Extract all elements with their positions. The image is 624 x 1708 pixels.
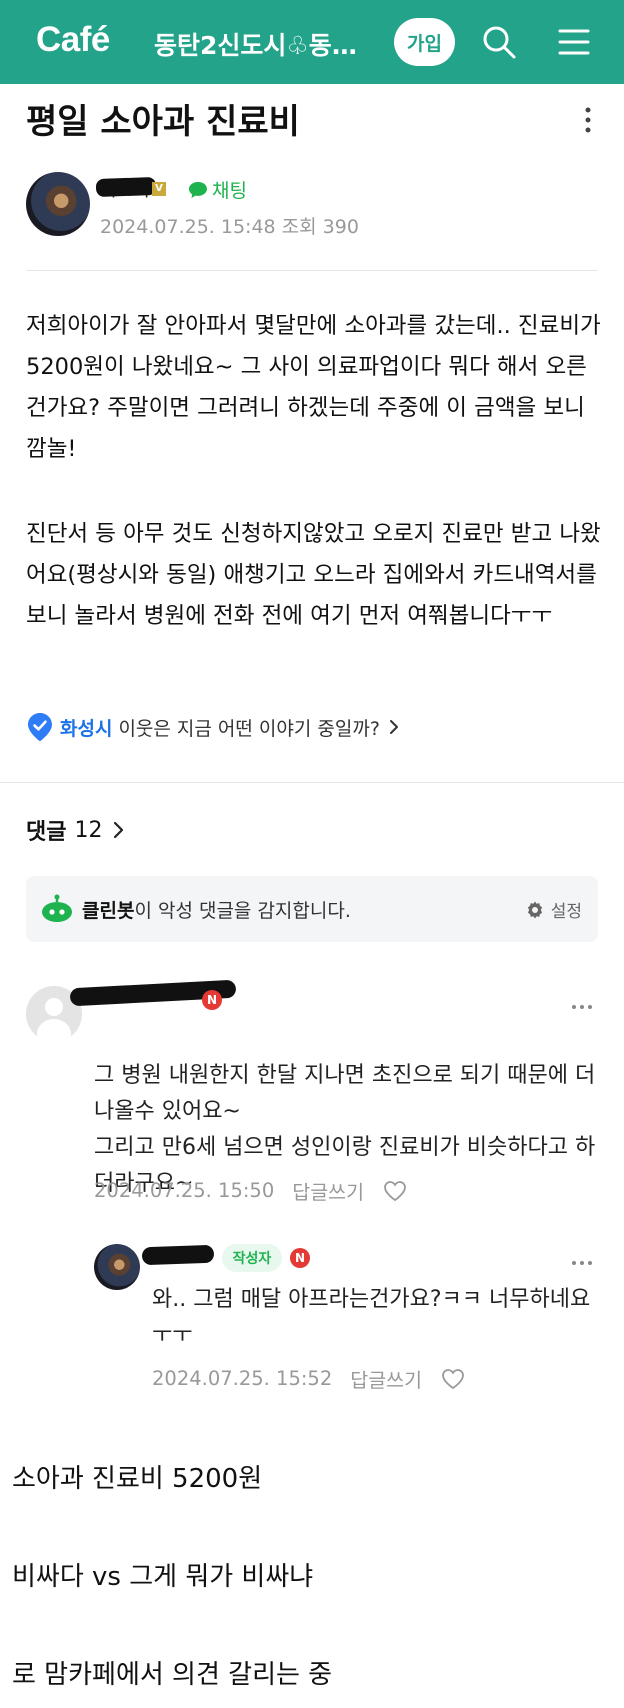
- cafe-logo[interactable]: Café: [36, 20, 110, 60]
- comments-label: 댓글: [26, 820, 67, 845]
- post-date: 2024.07.25. 15:48: [100, 216, 276, 238]
- gear-icon: [527, 901, 542, 918]
- reply-button[interactable]: 답글쓰기: [350, 1364, 422, 1393]
- topic-place: 화성시: [60, 717, 113, 740]
- author-avatar[interactable]: [26, 172, 90, 236]
- cafe-name[interactable]: 동탄2신도시♧동탄맘: [154, 26, 368, 62]
- chat-link[interactable]: 채팅: [188, 176, 247, 203]
- reply-avatar[interactable]: [94, 1244, 140, 1290]
- chevron-right-icon: [389, 720, 398, 734]
- heart-icon[interactable]: [440, 1367, 466, 1391]
- reply-meta: 2024.07.25. 15:52 답글쓰기: [152, 1364, 466, 1393]
- cleanbot-banner: 클린봇이 악성 댓글을 감지합니다. 설정: [26, 876, 598, 942]
- reply-text: 와.. 그럼 매달 아프라는건가요?ㅋㅋ 너무하네요ㅜㅜ: [152, 1287, 591, 1348]
- comment-date: 2024.07.25. 15:50: [94, 1179, 275, 1202]
- post-meta: 2024.07.25. 15:48 조회 390: [100, 212, 359, 239]
- header-divider: [26, 270, 598, 271]
- author-name-redaction: [95, 176, 157, 198]
- chat-bubble-icon: [189, 181, 207, 198]
- settings-label: 설정: [550, 902, 582, 922]
- comment-more-button[interactable]: [570, 1252, 594, 1265]
- verified-location-icon: [28, 713, 52, 741]
- caption-line: 로 맘카페에서 의견 갈리는 중: [12, 1660, 333, 1690]
- join-button[interactable]: 가입: [394, 18, 455, 66]
- new-badge: N: [290, 1248, 310, 1268]
- author-grade-badge: V: [152, 182, 166, 196]
- post-paragraph: 진단서 등 아무 것도 신청하지않았고 오로지 진료만 받고 나왔어요(평상시와…: [26, 521, 601, 629]
- comment-meta: 2024.07.25. 15:50 답글쓰기: [94, 1176, 408, 1205]
- top-bar: Café 동탄2신도시♧동탄맘 가입: [0, 0, 624, 84]
- comments-count: 12: [74, 817, 103, 843]
- post-views: 조회 390: [281, 216, 359, 238]
- more-horizontal-icon: [572, 1261, 592, 1265]
- more-horizontal-icon: [572, 1005, 592, 1009]
- comments-header[interactable]: 댓글 12: [26, 814, 126, 846]
- post-paragraph: 저희아이가 잘 안아파서 몇달만에 소아과를 갔는데.. 진료비가 5200원이…: [26, 313, 601, 462]
- body-divider: [0, 782, 624, 783]
- cleanbot-icon: [42, 894, 72, 922]
- comment-more-button[interactable]: [570, 996, 594, 1009]
- cleanbot-name: 클린봇: [82, 900, 135, 922]
- neighborhood-topic-link[interactable]: 화성시 이웃은 지금 어떤 이야기 중일까?: [26, 712, 402, 742]
- heart-icon[interactable]: [382, 1179, 408, 1203]
- cleanbot-settings-button[interactable]: 설정: [525, 897, 582, 922]
- more-vertical-icon: [585, 107, 591, 133]
- topic-text: 이웃은 지금 어떤 이야기 중일까?: [118, 717, 380, 740]
- commenter-name-redaction: [141, 1244, 215, 1266]
- menu-icon: [558, 29, 590, 55]
- comment-date: 2024.07.25. 15:52: [152, 1367, 333, 1390]
- post-title: 평일 소아과 진료비: [26, 102, 300, 142]
- author-tag: 작성자: [222, 1244, 282, 1272]
- caption-line: 소아과 진료비 5200원: [12, 1464, 263, 1494]
- menu-button[interactable]: [554, 22, 594, 62]
- search-button[interactable]: [479, 22, 519, 62]
- search-icon: [483, 26, 516, 59]
- cleanbot-text: 클린봇이 악성 댓글을 감지합니다.: [82, 896, 351, 923]
- cleanbot-message: 이 악성 댓글을 감지합니다.: [134, 900, 351, 922]
- chevron-right-icon: [114, 821, 124, 839]
- comment-text: 그 병원 내원한지 한달 지나면 초진으로 되기 때문에 더 나올수 있어요~ …: [94, 1022, 598, 1238]
- chat-label: 채팅: [212, 180, 247, 202]
- reply-button[interactable]: 답글쓰기: [292, 1176, 364, 1205]
- new-badge: N: [202, 990, 222, 1010]
- post-more-button[interactable]: [576, 104, 600, 136]
- caption-line: 비싸다 vs 그게 뭐가 비싸냐: [12, 1562, 314, 1592]
